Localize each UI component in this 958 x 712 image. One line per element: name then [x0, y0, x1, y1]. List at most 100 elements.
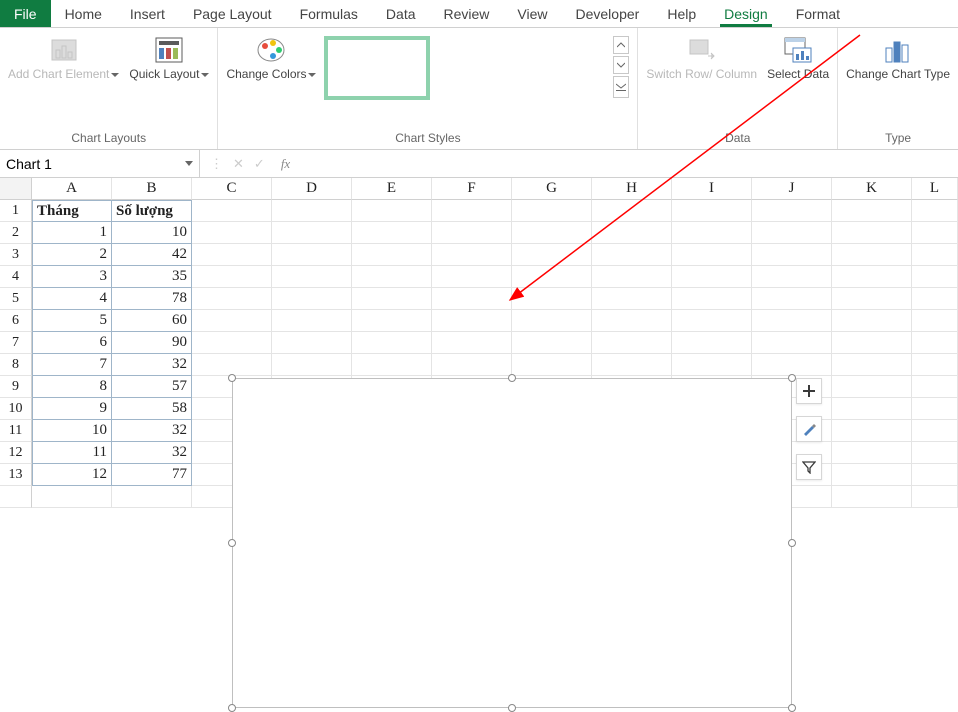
cell[interactable] [592, 222, 672, 244]
tab-help[interactable]: Help [653, 0, 710, 27]
cell[interactable]: 11 [32, 442, 112, 464]
column-header-H[interactable]: H [592, 178, 672, 200]
tab-design[interactable]: Design [710, 0, 782, 27]
tab-insert[interactable]: Insert [116, 0, 179, 27]
worksheet[interactable]: ABCDEFGHIJKL 1ThángSố lượng2110324243355… [0, 178, 958, 537]
row-header[interactable]: 12 [0, 442, 32, 464]
cell[interactable] [192, 200, 272, 222]
row-header[interactable]: 10 [0, 398, 32, 420]
cell[interactable] [752, 332, 832, 354]
cell[interactable] [672, 200, 752, 222]
enter-formula-icon[interactable]: ✓ [254, 156, 265, 172]
cell[interactable]: 42 [112, 244, 192, 266]
cell[interactable] [912, 486, 958, 508]
cell[interactable] [912, 310, 958, 332]
cell[interactable] [832, 244, 912, 266]
row-header[interactable]: 5 [0, 288, 32, 310]
cell[interactable] [752, 266, 832, 288]
cell[interactable] [832, 376, 912, 398]
cell[interactable] [832, 398, 912, 420]
cell[interactable]: 5 [32, 310, 112, 332]
cell[interactable] [272, 332, 352, 354]
cell[interactable]: 58 [112, 398, 192, 420]
cell[interactable] [192, 310, 272, 332]
cell[interactable] [752, 310, 832, 332]
chart-handle-s[interactable] [508, 704, 516, 712]
cell[interactable] [352, 288, 432, 310]
add-chart-element-button[interactable]: Add Chart Element [8, 32, 119, 82]
gallery-scroll-up[interactable] [613, 36, 629, 54]
row-header[interactable]: 3 [0, 244, 32, 266]
cell[interactable] [352, 222, 432, 244]
cell[interactable] [912, 442, 958, 464]
cell[interactable] [832, 310, 912, 332]
cell[interactable] [672, 354, 752, 376]
column-header-G[interactable]: G [512, 178, 592, 200]
cell[interactable] [352, 266, 432, 288]
cell[interactable] [512, 244, 592, 266]
tab-developer[interactable]: Developer [562, 0, 654, 27]
chart-handle-sw[interactable] [228, 704, 236, 712]
cell[interactable] [592, 310, 672, 332]
cell[interactable] [192, 244, 272, 266]
tab-home[interactable]: Home [51, 0, 116, 27]
cell[interactable]: 10 [32, 420, 112, 442]
chart-style-thumb[interactable] [324, 36, 430, 100]
switch-row-column-button[interactable]: Switch Row/ Column [646, 32, 757, 82]
cell[interactable] [192, 222, 272, 244]
cell[interactable] [272, 288, 352, 310]
cell[interactable] [752, 244, 832, 266]
cell[interactable] [432, 332, 512, 354]
cell[interactable] [192, 266, 272, 288]
tab-formulas[interactable]: Formulas [286, 0, 372, 27]
cell[interactable] [432, 244, 512, 266]
select-all-corner[interactable] [0, 178, 32, 200]
cell[interactable]: 35 [112, 266, 192, 288]
chart-handle-n[interactable] [508, 374, 516, 382]
cell[interactable] [432, 354, 512, 376]
cell[interactable] [512, 310, 592, 332]
cell[interactable] [592, 354, 672, 376]
cell[interactable] [832, 464, 912, 486]
cell[interactable] [272, 244, 352, 266]
cell[interactable] [352, 354, 432, 376]
quick-layout-button[interactable]: Quick Layout [129, 32, 209, 82]
tab-view[interactable]: View [503, 0, 561, 27]
cell[interactable] [752, 354, 832, 376]
cell[interactable] [832, 288, 912, 310]
cell[interactable] [832, 420, 912, 442]
chart-object[interactable] [232, 378, 792, 708]
cell[interactable] [912, 200, 958, 222]
row-header[interactable]: 4 [0, 266, 32, 288]
column-header-A[interactable]: A [32, 178, 112, 200]
cell[interactable] [672, 266, 752, 288]
cell[interactable] [672, 288, 752, 310]
cell[interactable] [272, 222, 352, 244]
cell[interactable] [192, 332, 272, 354]
cell[interactable] [272, 354, 352, 376]
row-header[interactable]: 13 [0, 464, 32, 486]
cell[interactable]: 32 [112, 354, 192, 376]
cell[interactable]: 6 [32, 332, 112, 354]
cell[interactable]: 32 [112, 442, 192, 464]
tab-review[interactable]: Review [430, 0, 504, 27]
cell[interactable]: 90 [112, 332, 192, 354]
cell[interactable] [912, 420, 958, 442]
column-header-I[interactable]: I [672, 178, 752, 200]
cell[interactable] [912, 266, 958, 288]
cell[interactable]: 3 [32, 266, 112, 288]
cell[interactable]: 4 [32, 288, 112, 310]
tab-format[interactable]: Format [782, 0, 854, 27]
cell[interactable]: 7 [32, 354, 112, 376]
cell[interactable] [912, 332, 958, 354]
cell[interactable] [912, 354, 958, 376]
cell[interactable] [272, 310, 352, 332]
cell[interactable] [432, 222, 512, 244]
cell[interactable] [432, 288, 512, 310]
cell[interactable] [912, 398, 958, 420]
column-header-B[interactable]: B [112, 178, 192, 200]
cell[interactable] [912, 244, 958, 266]
cell[interactable] [752, 222, 832, 244]
name-box[interactable] [0, 150, 200, 177]
chart-filter-button[interactable] [796, 454, 822, 480]
